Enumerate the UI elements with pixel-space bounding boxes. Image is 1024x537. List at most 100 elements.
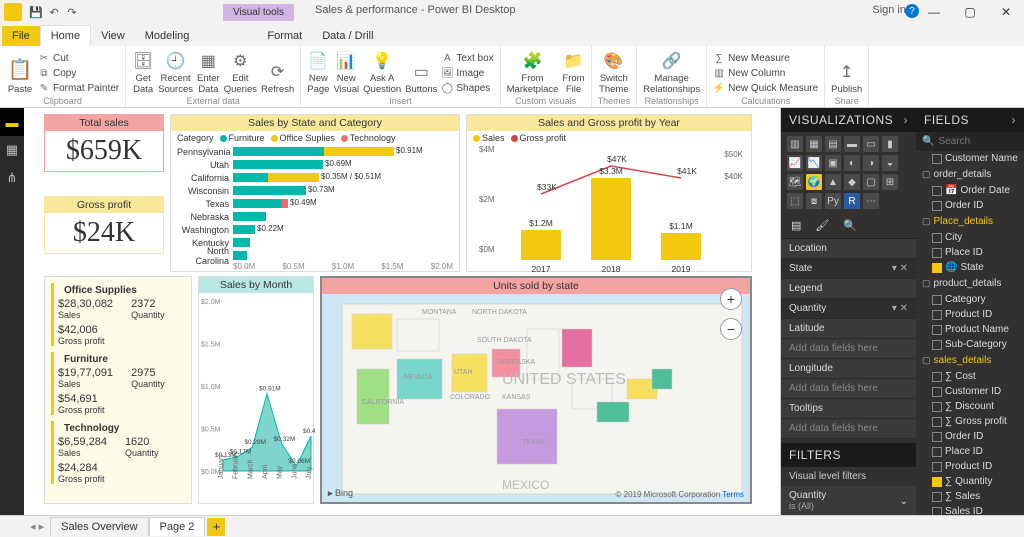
year-chart[interactable]: Sales and Gross profit by Year Sales Gro… (466, 114, 752, 272)
table-product-details[interactable]: ▢product_details (922, 275, 1024, 292)
copy-button[interactable]: ⧉Copy (38, 66, 119, 80)
new-page-button[interactable]: 📄New Page (307, 50, 329, 95)
tooltips-drop[interactable]: Add data fields here (781, 419, 916, 438)
svg-text:$0.91M: $0.91M (259, 386, 281, 393)
svg-text:$0.32M: $0.32M (274, 436, 296, 443)
switch-theme-button[interactable]: 🎨Switch Theme (599, 50, 629, 95)
manage-rel-button[interactable]: 🔗Manage Relationships (643, 50, 700, 95)
main: ▬ ▦ ⋔ Total sales $659K Gross profit $24… (0, 108, 1024, 515)
from-marketplace-button[interactable]: 🧩From Marketplace (507, 50, 559, 95)
legend-field[interactable]: Quantity▾ ✕ (781, 299, 916, 318)
rel-icon: 🔗 (661, 50, 683, 72)
maximize-icon[interactable]: ▢ (952, 0, 988, 24)
svg-text:March: March (247, 459, 254, 479)
svg-text:UTAH: UTAH (454, 369, 473, 376)
us-map: UNITED STATES MEXICO MONTANA NORTH DAKOT… (322, 294, 752, 504)
terms-link[interactable]: Terms (722, 490, 744, 499)
longitude-drop[interactable]: Add data fields here (781, 379, 916, 398)
buttons-button[interactable]: ▭Buttons (405, 61, 437, 95)
image-button[interactable]: 🖼Image (441, 66, 493, 80)
ask-question-button[interactable]: 💡Ask A Question (363, 50, 401, 95)
redo-icon[interactable]: ↷ (66, 6, 78, 18)
total-sales-title: Total sales (45, 115, 163, 131)
nav-rail: ▬ ▦ ⋔ (0, 108, 24, 515)
collapse-viz-icon[interactable]: › (904, 113, 909, 127)
minimize-icon[interactable]: — (916, 0, 952, 24)
quantity-filter[interactable]: Quantityis (All)⌄ (781, 486, 916, 515)
image-icon: 🖼 (441, 67, 453, 79)
text-icon: A (441, 52, 453, 64)
publish-button[interactable]: ↥Publish (831, 61, 862, 95)
viz-filled-map-icon[interactable]: 🌍 (806, 174, 822, 190)
edit-queries-button[interactable]: ⚙Edit Queries (224, 50, 257, 95)
format-tab-icon[interactable]: 🖌 (815, 219, 829, 232)
category-cards[interactable]: Office Supplies $28,30,082Sales2372Quant… (44, 276, 192, 504)
sheet-page-2[interactable]: Page 2 (149, 517, 206, 536)
svg-text:April: April (262, 465, 269, 479)
newvisual-icon: 📊 (335, 50, 357, 72)
new-visual-button[interactable]: 📊New Visual (333, 50, 359, 95)
new-column-button[interactable]: ▥New Column (713, 66, 818, 80)
recent-sources-button[interactable]: 🕘Recent Sources (158, 50, 193, 95)
svg-text:NORTH DAKOTA: NORTH DAKOTA (472, 309, 527, 316)
state-category-chart[interactable]: Sales by State and Category Category Fur… (170, 114, 460, 272)
text-box-button[interactable]: AText box (441, 51, 493, 65)
new-quick-button[interactable]: ⚡New Quick Measure (713, 81, 818, 95)
sign-in-link[interactable]: Sign in (872, 4, 906, 16)
search-icon: 🔍 (922, 136, 934, 147)
close-icon[interactable]: ✕ (988, 0, 1024, 24)
tab-file[interactable]: File (2, 26, 40, 46)
cut-button[interactable]: ✂Cut (38, 51, 119, 65)
refresh-icon: ⟳ (267, 61, 289, 83)
from-file-button[interactable]: 📁From File (562, 50, 584, 95)
report-view-icon[interactable]: ▬ (0, 108, 24, 136)
bing-logo: ▸ Bing (328, 488, 353, 499)
save-icon[interactable]: 💾 (30, 6, 42, 18)
report-canvas[interactable]: Total sales $659K Gross profit $24K Sale… (24, 108, 781, 515)
refresh-button[interactable]: ⟳Refresh (261, 61, 294, 95)
viz-type-icon[interactable]: ▥ (787, 136, 803, 152)
tab-home[interactable]: Home (40, 25, 91, 46)
enter-data-button[interactable]: ▦Enter Data (197, 50, 220, 95)
shapes-button[interactable]: ◯Shapes (441, 81, 493, 95)
tab-view[interactable]: View (91, 26, 135, 46)
app-logo (4, 3, 22, 21)
location-field[interactable]: State▾ ✕ (781, 259, 916, 278)
month-chart[interactable]: Sales by Month $0.0M$0.5M$1.0M$1.5M$2.0M… (198, 276, 314, 504)
zoom-in-icon[interactable]: + (720, 288, 742, 310)
collapse-fields-icon[interactable]: › (1012, 113, 1017, 127)
new-measure-button[interactable]: ∑New Measure (713, 51, 818, 65)
model-view-icon[interactable]: ⋔ (0, 164, 24, 192)
table-place-details[interactable]: ▢Place_details (922, 213, 1024, 230)
paste-icon[interactable]: 📋 (6, 55, 34, 83)
analytics-tab-icon[interactable]: 🔍 (843, 219, 857, 232)
fields-pane: FIELDS› 🔍 Customer Name ▢order_details 📅… (916, 108, 1024, 515)
undo-icon[interactable]: ↶ (48, 6, 60, 18)
table-sales-details[interactable]: ▢sales_details (922, 352, 1024, 369)
format-painter-button[interactable]: ✎Format Painter (38, 81, 119, 95)
svg-text:$1.5M: $1.5M (201, 342, 221, 349)
tab-modeling[interactable]: Modeling (135, 26, 200, 46)
latitude-drop[interactable]: Add data fields here (781, 339, 916, 358)
bar-row: Pennsylvania$0.91M (177, 145, 453, 158)
table-order-details[interactable]: ▢order_details (922, 166, 1024, 183)
tab-format[interactable]: Format (257, 26, 312, 46)
gross-profit-card[interactable]: Gross profit $24K (44, 196, 164, 254)
fields-tab-icon[interactable]: ▤ (791, 219, 801, 232)
data-view-icon[interactable]: ▦ (0, 136, 24, 164)
zoom-out-icon[interactable]: − (720, 318, 742, 340)
add-sheet-icon[interactable]: + (207, 518, 225, 536)
svg-text:MEXICO: MEXICO (502, 478, 549, 492)
tab-data-drill[interactable]: Data / Drill (312, 26, 383, 46)
svg-text:COLORADO: COLORADO (450, 394, 491, 401)
svg-text:NEVADA: NEVADA (404, 374, 433, 381)
fields-search-input[interactable] (938, 136, 1008, 147)
sheet-sales-overview[interactable]: Sales Overview (50, 517, 148, 536)
get-data-button[interactable]: 🗄Get Data (132, 50, 154, 95)
copy-icon: ⧉ (38, 67, 50, 79)
theme-icon: 🎨 (603, 50, 625, 72)
svg-text:May: May (277, 465, 284, 479)
map-visual[interactable]: Units sold by state UNITED STATES (320, 276, 752, 504)
bar-row: California$0.35M / $0.51M (177, 171, 453, 184)
total-sales-card[interactable]: Total sales $659K (44, 114, 164, 172)
